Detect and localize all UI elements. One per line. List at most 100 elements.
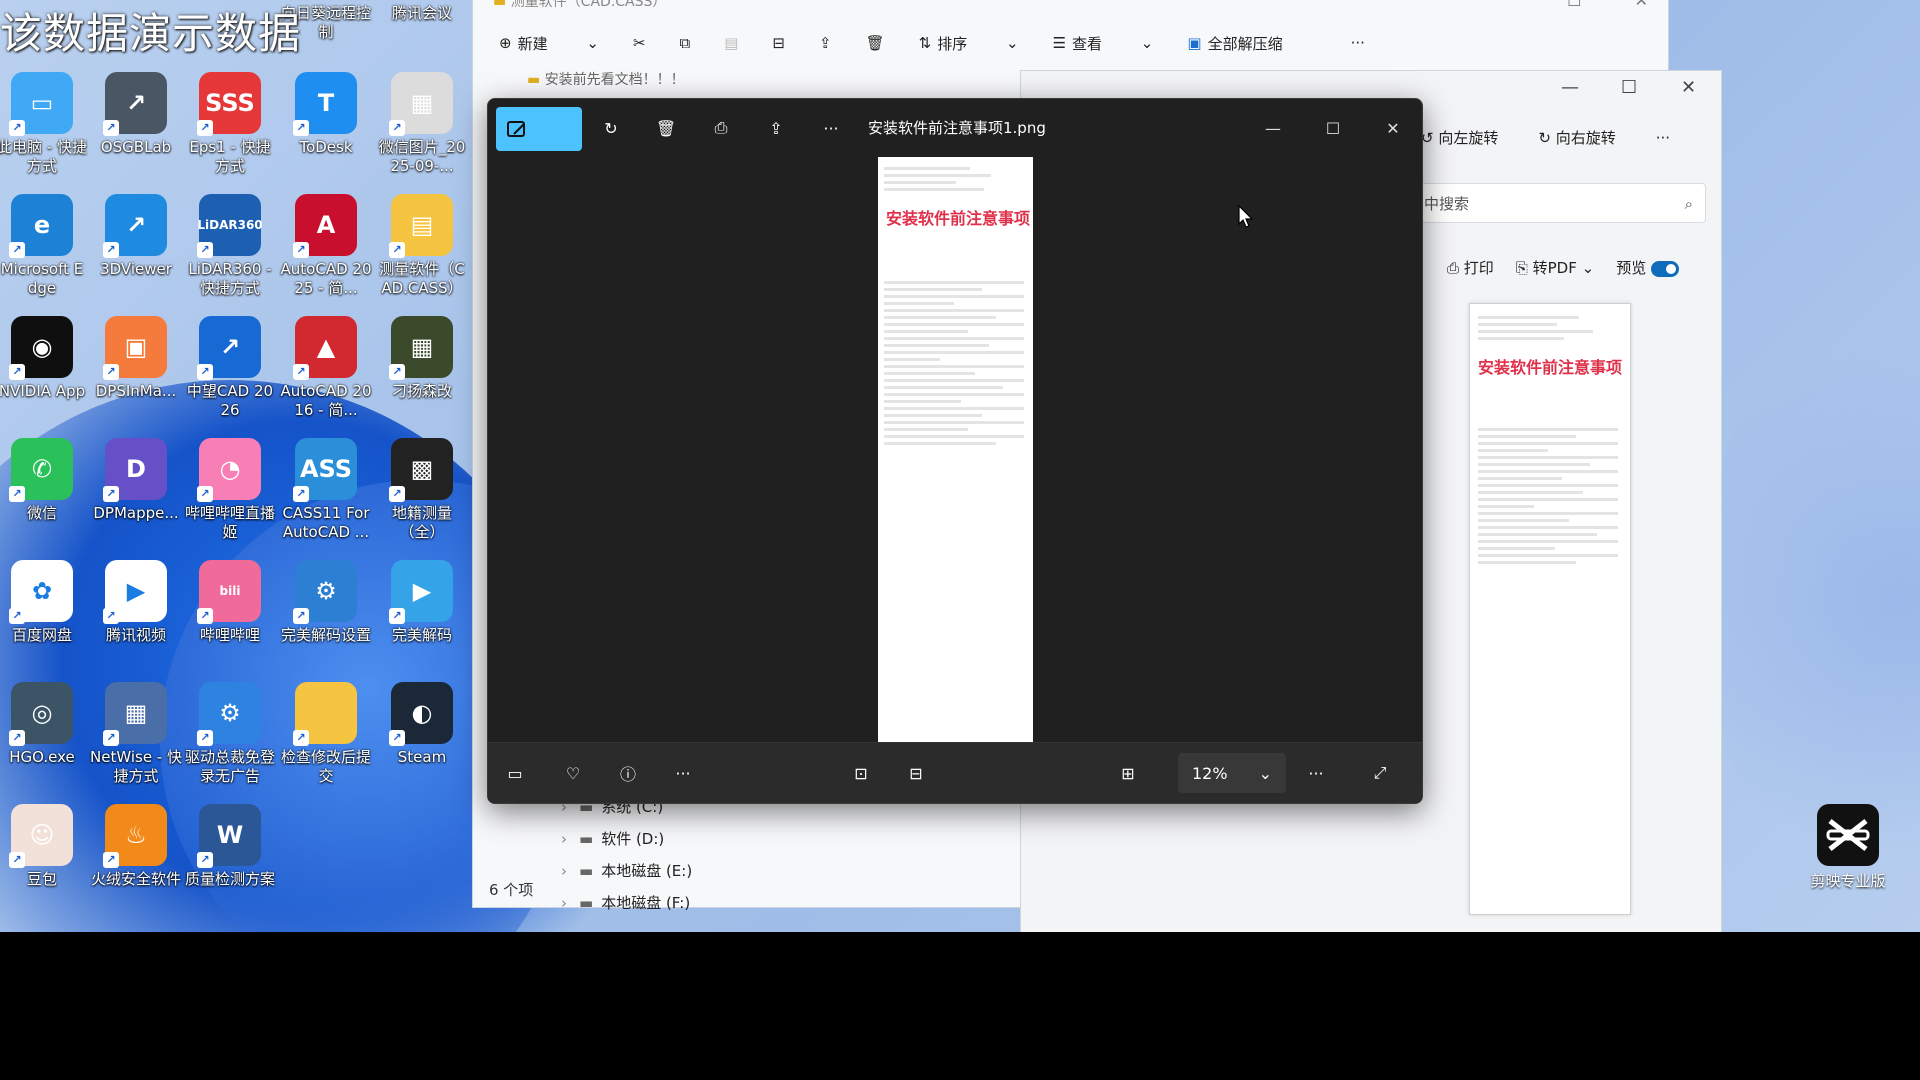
filmstrip-icon[interactable]: ▭ (500, 758, 530, 788)
view-button[interactable]: ☰ 查看 ⌄ (1053, 33, 1154, 54)
app-icon: ⚙ ↗ (197, 682, 261, 746)
copy-icon[interactable]: ⧉ (680, 34, 691, 52)
visual-search-icon[interactable]: ⊡ (846, 758, 876, 788)
info-icon[interactable]: ⓘ (613, 758, 643, 788)
cut-icon[interactable]: ✂ (633, 34, 646, 52)
desktop-icon[interactable]: ▭ ↗ 此电脑 - 快捷方式 (0, 72, 88, 176)
more-button[interactable]: ··· (1351, 34, 1365, 52)
text-scan-icon[interactable]: ⊟ (901, 758, 931, 788)
desktop-icon[interactable]: ↗ 检查修改后提交 (280, 682, 372, 786)
desktop-icon[interactable]: ♨ ↗ 火绒安全软件 (90, 804, 182, 889)
rotate-left-button[interactable]: ↺ 向左旋转 (1421, 127, 1498, 148)
desktop-icon[interactable]: ▲ ↗ AutoCAD 2016 - 简... (280, 316, 372, 420)
paste-icon[interactable]: ▤ (724, 34, 738, 52)
nav-item-drive[interactable]: › ▬ 本地磁盘 (F:) (543, 887, 733, 919)
desktop-icon[interactable]: ↗ ↗ 3DViewer (90, 194, 182, 279)
photo-canvas[interactable]: 安装软件前注意事项 (878, 157, 1033, 743)
print-button[interactable]: ⎙ 打印 (1447, 257, 1494, 278)
desktop-icon[interactable]: ✆ ↗ 微信 (0, 438, 88, 523)
desktop-icon[interactable]: ◉ ↗ NVIDIA App (0, 316, 88, 401)
desktop-icon[interactable]: ASS ↗ CASS11 For AutoCAD ... (280, 438, 372, 542)
toggle-switch[interactable] (1650, 260, 1679, 277)
desktop-icon-tencent-meeting[interactable]: 腾讯会议 (376, 0, 468, 23)
desktop-icon-capcut[interactable]: 剪映专业版 (1800, 804, 1896, 891)
desktop-icon[interactable]: ◎ ↗ HGO.exe (0, 682, 88, 767)
preview-thumbnail: 安装软件前注意事项 (1469, 303, 1631, 915)
document-lines (1470, 304, 1630, 352)
app-icon-glyph: ↗ (125, 89, 147, 117)
minimize-icon[interactable]: — (1561, 77, 1579, 98)
desktop-icon[interactable]: ▶ ↗ 完美解码 (376, 560, 468, 645)
share-icon[interactable]: ⇪ (819, 34, 832, 52)
desktop-icon[interactable]: T ↗ ToDesk (280, 72, 372, 157)
rotate-right-button[interactable]: ↻ 向右旋转 (1538, 127, 1615, 148)
desktop-icon[interactable]: ▦ ↗ 微信图片_2025-09-... (376, 72, 468, 176)
desktop-icon[interactable]: LiDAR360 ↗ LiDAR360 - 快捷方式 (184, 194, 276, 298)
view-icon: ☰ (1052, 34, 1067, 52)
rename-icon[interactable]: ⊟ (772, 34, 785, 52)
close-icon[interactable]: ✕ (1635, 0, 1648, 10)
desktop-icon[interactable]: ☺ ↗ 豆包 (0, 804, 88, 889)
app-icon: ↗ ↗ (103, 72, 167, 136)
search-input[interactable]: 中搜索 ⌕ (1421, 183, 1706, 223)
maximize-icon[interactable]: ☐ (1621, 77, 1637, 98)
desktop-icon[interactable]: ▩ ↗ 地籍测量（全） (376, 438, 468, 542)
nav-item-drive[interactable]: › ▬ 本地磁盘 (E:) (543, 855, 733, 887)
extract-all-button[interactable]: ▣ 全部解压缩 (1187, 33, 1316, 54)
address-bar[interactable]: ▬ 安装前先看文档！！！ (527, 69, 685, 89)
maximize-icon[interactable]: ☐ (1567, 0, 1581, 10)
desktop-icon-label: 哔哩哔哩 (199, 626, 260, 644)
desktop-icon[interactable]: bili ↗ 哔哩哔哩 (184, 560, 276, 645)
more-icon[interactable]: ··· (816, 113, 846, 143)
desktop-icon[interactable]: ▤ ↗ 测量软件（CAD.CASS） (376, 194, 468, 298)
desktop-icon-label: 3DViewer (100, 260, 172, 278)
sort-button[interactable]: ⇅ 排序 ⌄ (919, 33, 1019, 54)
desktop-icon[interactable]: ↗ ↗ OSGBLab (90, 72, 182, 157)
fit-screen-icon[interactable]: ⊞ (1113, 758, 1143, 788)
preview-toggle[interactable]: 预览 (1616, 257, 1679, 278)
desktop-icon-label: LiDAR360 - 快捷方式 (188, 260, 272, 297)
delete-icon[interactable]: 🗑 (866, 34, 885, 52)
shortcut-arrow-icon: ↗ (389, 730, 405, 746)
rotate-icon[interactable]: ↻ (596, 113, 626, 143)
close-icon[interactable]: ✕ (1681, 77, 1696, 98)
to-pdf-button[interactable]: ⎘ 转PDF ⌄ (1516, 257, 1594, 278)
desktop-icon[interactable]: D ↗ DPMappe... (90, 438, 182, 523)
desktop-icon[interactable]: ◔ ↗ 哔哩哔哩直播姬 (184, 438, 276, 542)
app-icon: ◎ ↗ (9, 682, 73, 746)
desktop-icon[interactable]: ▦ ↗ 刁扬森改 (376, 316, 468, 401)
zoom-selector[interactable]: 12% ⌄ (1178, 753, 1286, 793)
shortcut-arrow-icon: ↗ (389, 242, 405, 258)
favorite-heart-icon[interactable]: ♡ (558, 758, 588, 788)
desktop-icon[interactable]: e ↗ Microsoft Edge (0, 194, 88, 298)
more-icon[interactable]: ··· (668, 758, 698, 788)
desktop-icon[interactable]: ↗ ↗ 中望CAD 2026 (184, 316, 276, 420)
new-button[interactable]: ⊕ 新建 ⌄ (499, 33, 599, 54)
print-icon[interactable]: ⎙ (706, 113, 736, 143)
share-icon[interactable]: ⇪ (761, 113, 791, 143)
desktop-icon[interactable]: SSS ↗ Eps1 - 快捷方式 (184, 72, 276, 176)
desktop-icon[interactable]: ◐ ↗ Steam (376, 682, 468, 767)
delete-icon[interactable]: 🗑 (651, 113, 681, 143)
desktop-icon[interactable]: ▶ ↗ 腾讯视频 (90, 560, 182, 645)
more-icon[interactable]: ··· (1301, 758, 1331, 788)
desktop-icon[interactable]: ▣ ↗ DPSInMa... (90, 316, 182, 401)
rotate-toolbar: ↺ 向左旋转 ↻ 向右旋转 ··· (1421, 127, 1670, 148)
desktop-icon-label: 剪映专业版 (1810, 872, 1886, 890)
desktop-icon[interactable]: ✿ ↗ 百度网盘 (0, 560, 88, 645)
desktop-icon[interactable]: W ↗ 质量检测方案 (184, 804, 276, 889)
desktop-icon[interactable]: ▦ ↗ NetWise - 快捷方式 (90, 682, 182, 786)
more-button[interactable]: ··· (1656, 129, 1670, 147)
chevron-right-icon: › (561, 862, 567, 880)
desktop-icon[interactable]: A ↗ AutoCAD 2025 - 简... (280, 194, 372, 298)
maximize-icon[interactable]: ☐ (1318, 113, 1348, 143)
desktop-icon[interactable]: ⚙ ↗ 驱动总裁免登录无广告 (184, 682, 276, 786)
edit-image-button[interactable] (496, 107, 582, 151)
nav-item-drive[interactable]: › ▬ 软件 (D:) (543, 823, 733, 855)
fullscreen-icon[interactable]: ⤢ (1365, 758, 1395, 788)
close-icon[interactable]: ✕ (1378, 113, 1408, 143)
minimize-icon[interactable]: — (1258, 113, 1288, 143)
desktop-icon[interactable]: ⚙ ↗ 完美解码设置 (280, 560, 372, 645)
new-label: 新建 (517, 34, 548, 53)
desktop-icon-label: 完美解码 (391, 626, 452, 644)
